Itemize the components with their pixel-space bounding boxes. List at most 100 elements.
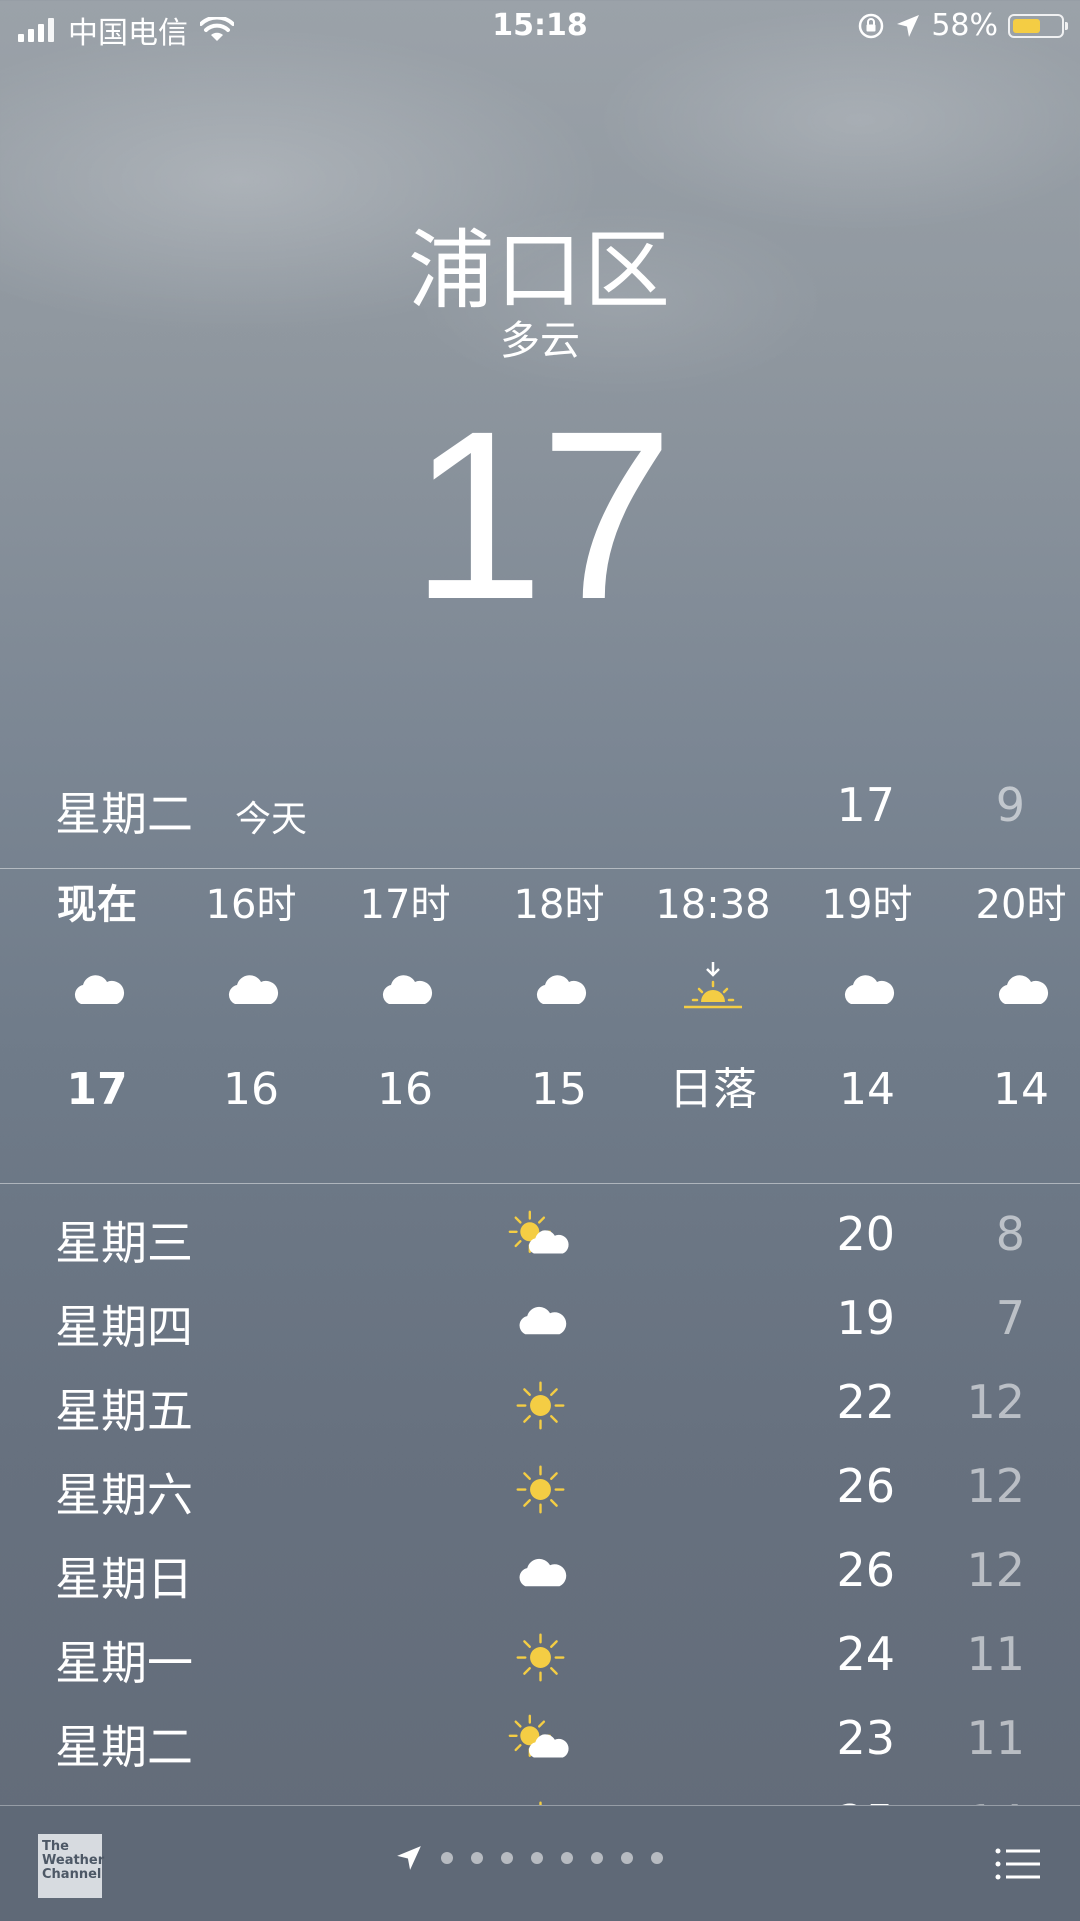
weather-channel-logo[interactable]: The Weather Channel [38,1834,104,1898]
page-dot[interactable] [561,1852,573,1864]
hourly-time-label: 16时 [205,882,297,928]
battery-icon [1008,13,1068,38]
cloud-icon [482,940,636,1040]
daily-row: 星期六 26 12 [0,1447,1080,1531]
battery-percent: 58% [931,8,998,43]
today-low: 9 [995,778,1025,832]
hourly-item: 16时 16 [174,870,328,1140]
page-dot[interactable] [621,1852,633,1864]
sun-icon [505,1627,575,1687]
daily-row: 星期一 24 11 [0,1615,1080,1699]
daily-low: 12 [966,1543,1025,1597]
cloud-icon [790,940,944,1040]
daily-day: 星期五 [55,1384,193,1438]
hourly-time-label: 20时 [975,882,1067,928]
hourly-temperature: 日落 [669,1064,757,1115]
daily-row: 星期四 19 7 [0,1279,1080,1363]
cloud-icon [944,940,1080,1040]
hourly-item: 18:38 日落 [636,870,790,1140]
sun-icon [505,1375,575,1435]
cloud-icon [505,1543,575,1603]
daily-high: 26 [836,1459,895,1513]
daily-low: 11 [966,1711,1025,1765]
hourly-item: 18时 15 [482,870,636,1140]
daily-high: 24 [836,1627,895,1681]
cloud-icon [328,940,482,1040]
daily-day: 星期四 [55,1300,193,1354]
hourly-item: 19时 14 [790,870,944,1140]
hourly-item: 现在 17 [20,870,174,1140]
city-list-icon[interactable] [994,1846,1040,1882]
daily-high: 23 [836,1711,895,1765]
bottom-toolbar: The Weather Channel [0,1805,1080,1921]
page-dot[interactable] [471,1852,483,1864]
daily-high: 26 [836,1543,895,1597]
page-indicator[interactable] [395,1844,663,1872]
daily-row: 星期三 20 8 [0,1195,1080,1279]
today-high: 17 [836,778,895,832]
daily-low: 8 [995,1207,1025,1261]
daily-day: 星期六 [55,1468,193,1522]
hourly-item: 17时 16 [328,870,482,1140]
daily-day: 星期一 [55,1636,193,1690]
today-summary: 星期二 今天 17 9 [0,770,1080,841]
sun-icon [505,1795,575,1805]
today-tag: 今天 [235,799,308,840]
hourly-forecast[interactable]: 现在 17 16时 16 17时 16 18时 15 18:38 日落 19时 14 20时 14 [0,870,1080,1180]
city-name: 浦口区 [408,221,672,321]
current-condition: 多云 [500,318,580,364]
daily-day: 星期日 [55,1552,193,1606]
daily-high: 25 [836,1795,895,1805]
page-dot[interactable] [531,1852,543,1864]
hourly-temperature: 16 [223,1064,279,1115]
orientation-lock-icon [859,13,884,38]
sunset-icon [636,940,790,1040]
sun-icon [505,1459,575,1519]
hourly-time-label: 17时 [359,882,451,928]
daily-day: 星期三 [55,1795,193,1805]
hourly-temperature: 14 [839,1064,895,1115]
hourly-time-label: 现在 [57,882,137,928]
hourly-temperature: 14 [993,1064,1049,1115]
daily-row: 星期五 22 12 [0,1363,1080,1447]
hourly-time-label: 19时 [821,882,913,928]
daily-day: 星期二 [55,1720,193,1774]
status-right: 58% [857,8,1068,43]
cloud-icon [174,940,328,1040]
page-dot[interactable] [651,1852,663,1864]
today-day: 星期二 [55,787,193,841]
page-dot[interactable] [501,1852,513,1864]
daily-forecast[interactable]: 星期三 20 8 星期四 19 7 星期五 22 12 星期六 26 12 星期日 26 12 星期一 24 11… [0,1195,1080,1805]
cloud-icon [20,940,174,1040]
partly-cloudy-icon [505,1711,575,1771]
hourly-temperature: 17 [66,1064,128,1115]
battery-fill [1013,18,1040,33]
daily-low: 11 [966,1627,1025,1681]
daily-row: 星期二 23 11 [0,1699,1080,1783]
page-dot[interactable] [441,1852,453,1864]
status-bar: 中国电信 15:18 58% [0,0,1080,56]
hourly-time-label: 18:38 [655,882,771,928]
daily-day: 星期三 [55,1216,193,1270]
daily-row: 星期三 25 14 [0,1783,1080,1805]
current-temperature: 17 [410,381,674,649]
hourly-time-label: 18时 [513,882,605,928]
daily-low: 7 [995,1291,1025,1345]
cloud-icon [505,1291,575,1351]
daily-low: 12 [966,1459,1025,1513]
divider-top [0,868,1080,869]
current-location-icon [397,1846,421,1870]
daily-high: 20 [836,1207,895,1261]
daily-high: 19 [836,1291,895,1345]
partly-cloudy-icon [505,1207,575,1267]
hourly-item: 20时 14 [944,870,1080,1140]
daily-high: 22 [836,1375,895,1429]
hourly-temperature: 16 [377,1064,433,1115]
location-arrow-icon [897,14,920,37]
divider-bottom [0,1183,1080,1184]
daily-row: 星期日 26 12 [0,1531,1080,1615]
hourly-temperature: 15 [531,1064,587,1115]
daily-low: 14 [966,1795,1025,1805]
page-dot[interactable] [591,1852,603,1864]
daily-low: 12 [966,1375,1025,1429]
